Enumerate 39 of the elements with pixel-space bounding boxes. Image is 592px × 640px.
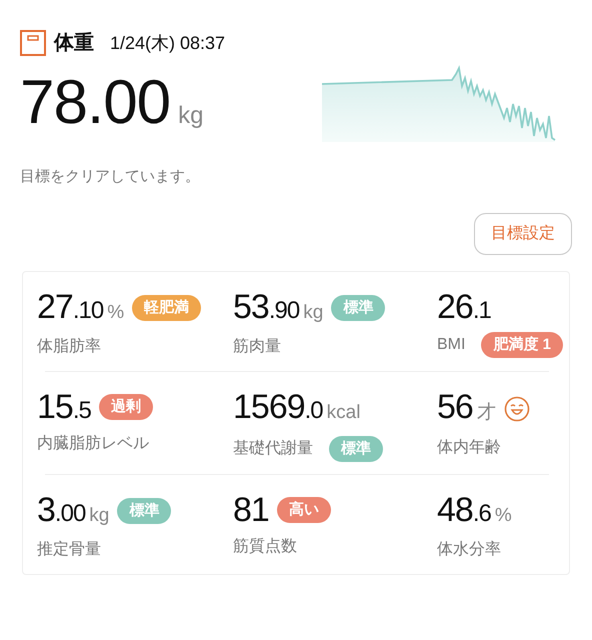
metric-label: BMI	[437, 334, 466, 354]
metric-unit: 才	[476, 401, 496, 425]
status-badge: 標準	[331, 295, 386, 322]
status-badge: 軽肥満	[132, 295, 202, 322]
metric-unit: kg	[89, 504, 110, 528]
metric-unit: kg	[303, 300, 324, 324]
metric-value: 53.90	[233, 290, 300, 324]
metric-label: 推定骨量	[37, 540, 101, 560]
scale-icon	[20, 30, 46, 56]
smiley-icon	[504, 396, 530, 422]
measurement-datetime: 1/24(木) 08:37	[110, 34, 226, 52]
metric-unit: kcal	[326, 401, 360, 425]
metric-value: 15.5	[37, 390, 91, 424]
status-badge: 過剰	[98, 394, 153, 420]
metric-label: 内臓脂肪レベル	[37, 434, 149, 454]
metric-unit: %	[107, 300, 124, 324]
metric-value: 56	[437, 390, 473, 424]
metric-value: 81	[233, 492, 269, 526]
metric-value: 27.10	[37, 290, 104, 324]
metric-value: 26.1	[437, 290, 491, 324]
metric-value: 3.00	[37, 492, 86, 526]
metric-unit: %	[494, 504, 512, 528]
weight-unit: kg	[178, 101, 204, 131]
goal-status-text: 目標をクリアしています。	[20, 167, 201, 187]
page-title: 体重	[54, 33, 94, 53]
metric-label: 体水分率	[437, 540, 501, 560]
status-badge: 標準	[117, 498, 172, 524]
goal-setting-button[interactable]: 目標設定	[474, 212, 572, 254]
status-badge: 高い	[276, 496, 331, 522]
metric-value: 1569.0	[233, 390, 323, 424]
metric-label: 筋質点数	[233, 536, 297, 556]
status-badge: 標準	[329, 436, 383, 462]
metric-label: 基礎代謝量	[233, 438, 313, 458]
metric-value: 48.6	[437, 492, 491, 526]
metric-label: 体脂肪率	[37, 336, 101, 357]
metric-label: 筋肉量	[233, 337, 281, 357]
status-badge: 肥満度 1	[481, 332, 563, 358]
metric-label: 体内年齢	[437, 438, 501, 458]
weight-value: 78.00	[20, 72, 170, 134]
